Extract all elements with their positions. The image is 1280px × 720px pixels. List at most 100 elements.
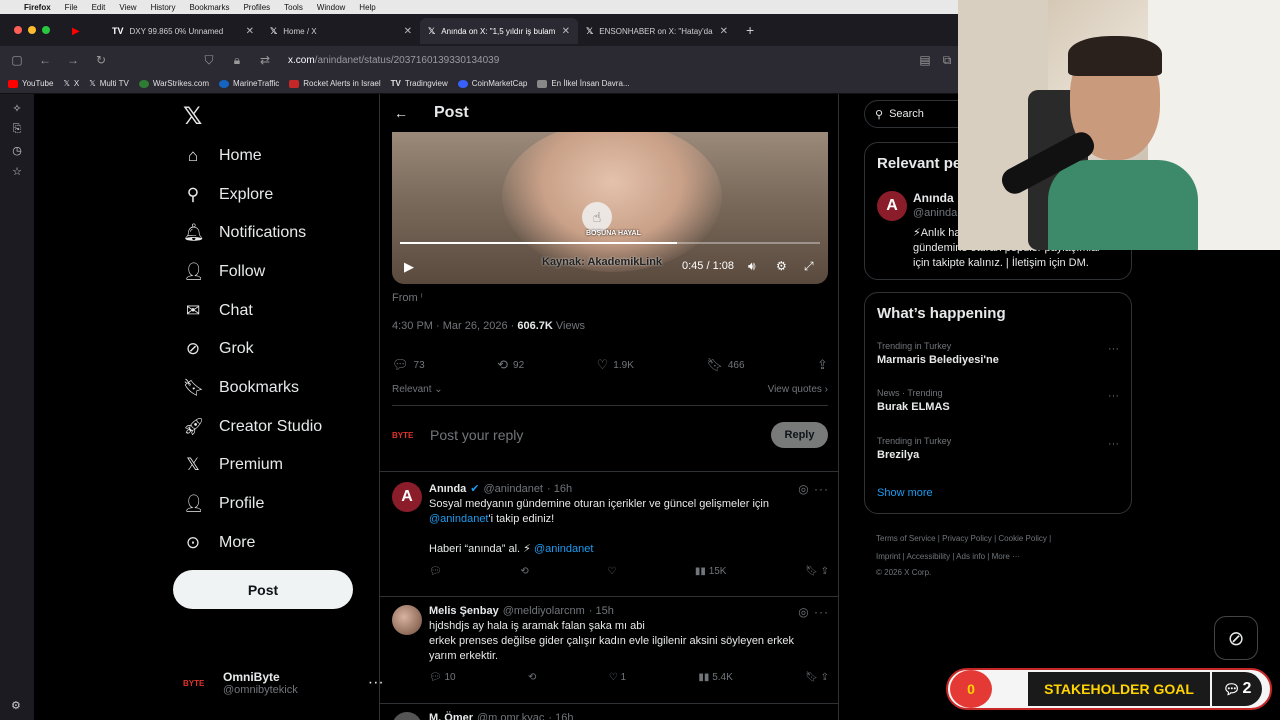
more-dots-icon[interactable]: ◎ ··· <box>798 482 829 496</box>
more-dots-icon[interactable]: ··· <box>1108 343 1119 355</box>
author-handle[interactable]: @meldiyolarcnm <box>503 605 585 617</box>
menu-firefox[interactable]: Firefox <box>24 3 51 12</box>
reply-button[interactable]: 💬︎ 73 <box>392 357 425 373</box>
new-tab-icon[interactable]: + <box>746 22 754 38</box>
close-tab-icon[interactable]: ✕ <box>720 26 728 37</box>
share-icon[interactable]: ⇪ <box>821 672 829 683</box>
menu-help[interactable]: Help <box>359 3 375 12</box>
bookmark-icon[interactable]: 🔖︎ <box>805 672 818 683</box>
menu-profiles[interactable]: Profiles <box>243 3 270 12</box>
volume-icon[interactable]: 🔊︎ <box>748 259 756 274</box>
views-button[interactable]: ▮▮ 15K <box>695 566 727 577</box>
permissions-icon[interactable]: ⇄ <box>256 53 274 67</box>
trend-item[interactable]: Trending in Turkey Brezilya <box>877 436 951 461</box>
reply-input[interactable]: Post your reply <box>430 427 523 443</box>
post-button[interactable]: Post <box>173 570 353 609</box>
tab-dxy-label[interactable]: TV DXY 99.865 0% Unnamed ✕ <box>104 18 262 44</box>
nav-home[interactable]: ⌂ Home <box>183 146 262 166</box>
like-button[interactable]: ♡ 1 <box>609 672 626 683</box>
nav-follow[interactable]: 👤︎ Follow <box>183 262 265 282</box>
sidebar-toggle-icon[interactable]: ▢ <box>8 53 26 67</box>
nav-notifications[interactable]: 🔔︎ Notifications <box>183 223 306 243</box>
minimize-window-button[interactable] <box>28 26 36 34</box>
nav-chat[interactable]: ✉ Chat <box>183 301 253 321</box>
menu-view[interactable]: View <box>119 3 136 12</box>
show-more-link[interactable]: Show more <box>877 487 933 499</box>
repost-button[interactable]: ⟲ 92 <box>497 357 524 373</box>
reply-item[interactable]: Melis Şenbay @meldiyolarcnm · 15h ◎ ··· … <box>392 605 829 709</box>
author-handle[interactable]: @m.omr.kyac <box>477 712 544 720</box>
heart-icon[interactable]: ♡ <box>607 566 616 577</box>
reply-submit-button[interactable]: Reply <box>771 422 828 448</box>
footer-line[interactable]: Terms of Service | Privacy Policy | Cook… <box>876 530 1136 548</box>
nav-creator-studio[interactable]: 🚀︎ Creator Studio <box>183 417 322 437</box>
bookmark-multitv[interactable]: 𝕏 Multi TV <box>89 79 129 88</box>
tab-home-x[interactable]: 𝕏 Home / X ✕ <box>262 18 420 44</box>
person-name[interactable]: Anında <box>913 191 954 205</box>
nav-profile[interactable]: 👤︎ Profile <box>183 494 264 514</box>
repost-icon[interactable]: ⟲ <box>520 566 528 577</box>
bookmark-button[interactable]: 🔖︎ 466 <box>706 357 744 373</box>
view-quotes-link[interactable]: View quotes › <box>768 384 828 395</box>
nav-more[interactable]: ⊙ More <box>183 533 256 553</box>
settings-gear-icon[interactable]: ⚙ <box>776 259 787 273</box>
bookmark-coinmarketcap[interactable]: CoinMarketCap <box>457 79 527 88</box>
author-name[interactable]: M. Ömer <box>429 712 473 720</box>
bookmark-tradingview[interactable]: TV Tradingview <box>391 79 448 88</box>
video-player[interactable]: ☝ BOŞUNA HAYAL ▶ Kaynak: AkademikLink 0:… <box>392 132 828 284</box>
avatar[interactable]: A <box>877 191 907 221</box>
tab-aninda-post[interactable]: 𝕏 Anında on X: "1,5 yıldır iş bulam ✕ <box>420 18 578 44</box>
bookmark-warstrikes[interactable]: WarStrikes.com <box>138 79 209 88</box>
post-timestamp[interactable]: 4:30 PM · Mar 26, 2026 · <box>392 320 517 332</box>
nav-explore[interactable]: ⚲ Explore <box>183 185 273 205</box>
back-arrow-icon[interactable]: ← <box>36 53 54 67</box>
synced-tabs-icon[interactable]: ⎘ <box>0 123 34 136</box>
close-tab-icon[interactable]: ✕ <box>404 26 412 37</box>
mention-link[interactable]: @anindanet <box>534 543 594 555</box>
more-dots-icon[interactable]: ··· <box>1108 438 1119 450</box>
grok-floating-button[interactable]: ⊘ <box>1214 616 1258 660</box>
share-button[interactable]: ⇪ <box>817 357 828 373</box>
bookmark-x[interactable]: 𝕏X <box>63 79 79 88</box>
avatar[interactable] <box>392 712 422 720</box>
tab-ensonhaber[interactable]: 𝕏 ENSONHABER on X: "Hatay'da ✕ <box>578 18 736 44</box>
avatar[interactable] <box>392 605 422 635</box>
repost-icon[interactable]: ⟲ <box>528 672 536 683</box>
fullscreen-icon[interactable]: ⤢ <box>804 259 814 274</box>
settings-gear-icon[interactable]: ⚙ <box>11 699 21 712</box>
mention-link[interactable]: @anindanet <box>429 513 489 525</box>
menu-file[interactable]: File <box>65 3 78 12</box>
nav-grok[interactable]: ⊘ Grok <box>183 339 254 359</box>
reload-icon[interactable]: ↻ <box>92 53 110 67</box>
like-button[interactable]: ♡ 1.9K <box>597 357 634 373</box>
pip-icon[interactable]: ⧉ <box>938 53 956 68</box>
nav-premium[interactable]: 𝕏 Premium <box>183 455 283 475</box>
footer-line[interactable]: Imprint | Accessibility | Ads info | Mor… <box>876 548 1136 566</box>
author-name[interactable]: Anında <box>429 483 466 495</box>
play-icon[interactable]: ▶ <box>404 259 414 275</box>
more-dots-icon[interactable]: ··· <box>1108 390 1119 402</box>
url-field[interactable]: x.com/anindanet/status/20371601393301340… <box>288 55 499 66</box>
trend-item[interactable]: News · Trending Burak ELMAS <box>877 388 950 413</box>
menu-bookmarks[interactable]: Bookmarks <box>189 3 229 12</box>
author-name[interactable]: Melis Şenbay <box>429 605 499 617</box>
close-tab-icon[interactable]: ✕ <box>562 26 570 37</box>
tab-dxy[interactable]: ▶ <box>64 18 104 44</box>
views-button[interactable]: ▮▮ 5.4K <box>698 672 732 683</box>
lock-icon[interactable]: 🔒︎ <box>228 53 246 68</box>
reply-button[interactable]: 💬︎ 10 <box>429 672 456 683</box>
bookmarks-star-icon[interactable]: ☆ <box>0 165 34 178</box>
bookmark-youtube[interactable]: YouTube <box>8 79 53 88</box>
bookmark-icon[interactable]: 🔖︎ <box>805 566 818 577</box>
forward-arrow-icon[interactable]: → <box>64 53 82 67</box>
more-dots-icon[interactable]: ◎ ··· <box>798 605 829 619</box>
zoom-window-button[interactable] <box>42 26 50 34</box>
close-tab-icon[interactable]: ✕ <box>246 26 254 37</box>
menu-window[interactable]: Window <box>317 3 345 12</box>
sort-relevant-dropdown[interactable]: Relevant ⌄ <box>392 384 443 395</box>
bookmark-rocket-alerts[interactable]: Rocket Alerts in Israel <box>289 79 381 88</box>
avatar[interactable]: A <box>392 482 422 512</box>
bookmark-video[interactable]: En İlkel İnsan Davra... <box>537 79 630 88</box>
history-icon[interactable]: ◷ <box>0 144 34 157</box>
video-progress-bar[interactable] <box>400 242 820 244</box>
